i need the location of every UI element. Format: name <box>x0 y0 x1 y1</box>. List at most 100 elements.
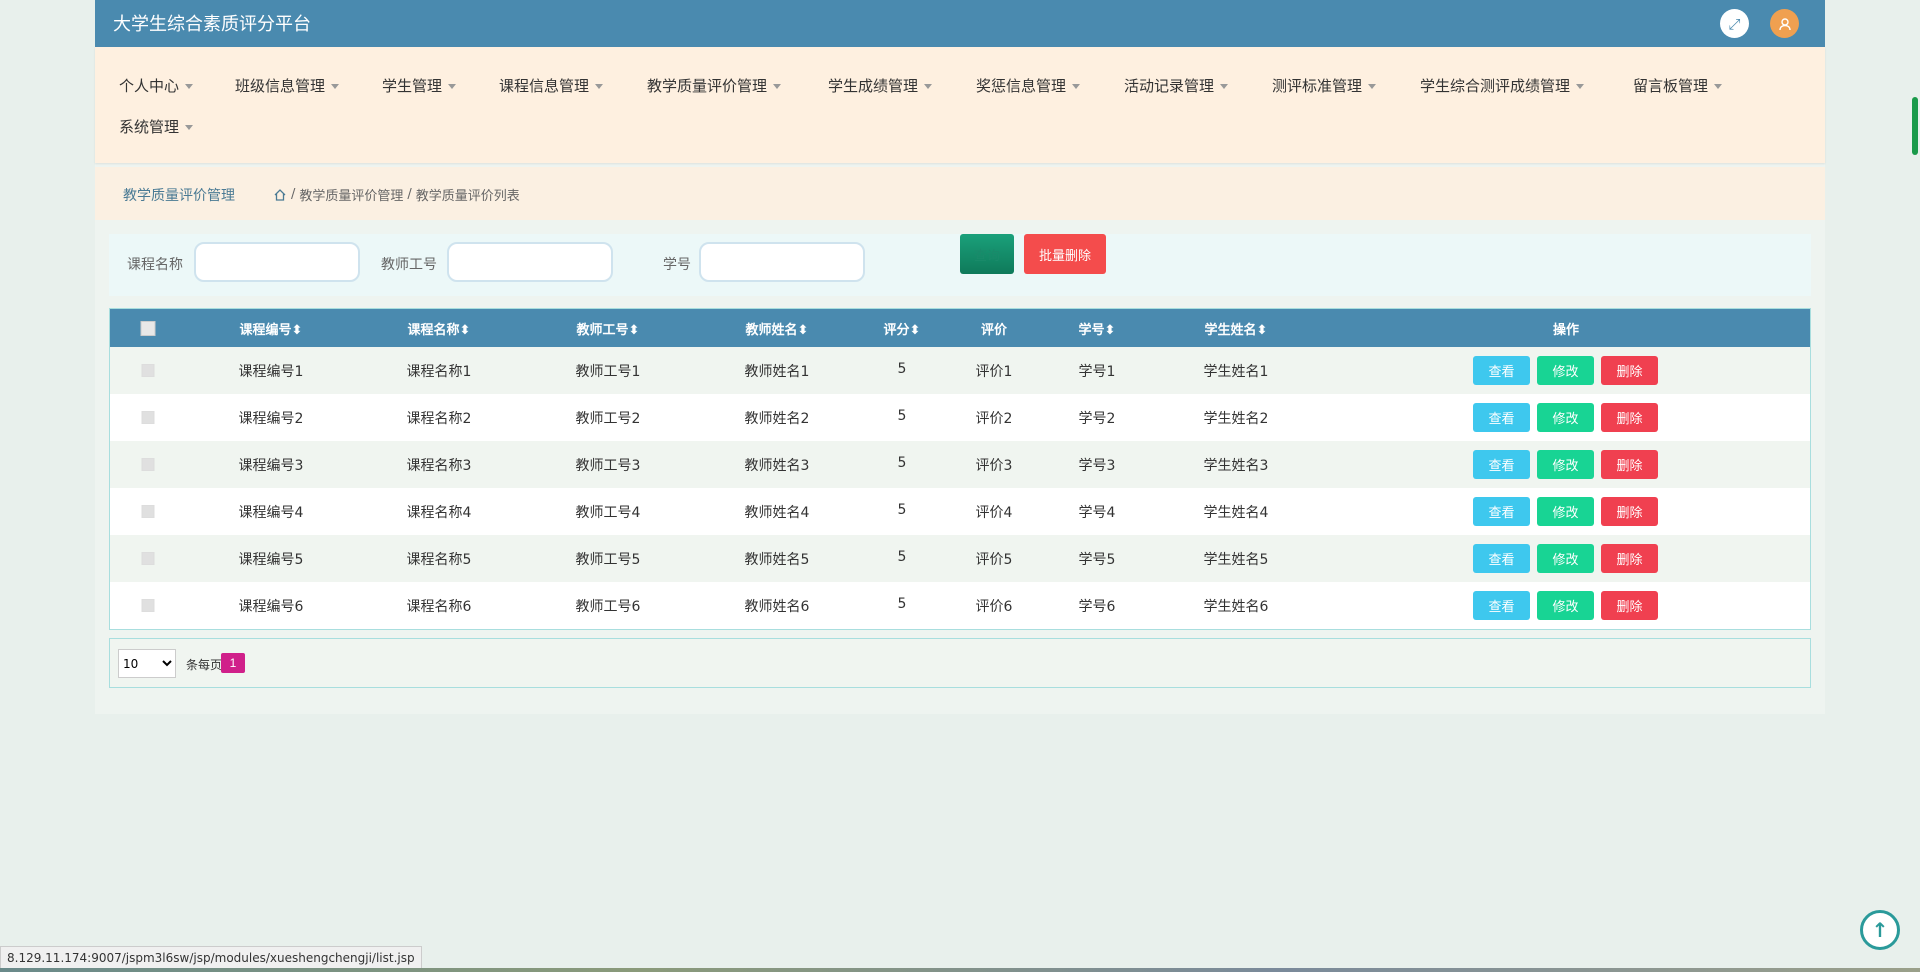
th-score[interactable]: 评分⬍ <box>884 319 921 338</box>
cell-teacher-id: 教师工号6 <box>575 599 641 615</box>
cell-course-id: 课程编号6 <box>238 599 304 615</box>
edit-button[interactable]: 修改 <box>1537 403 1594 432</box>
table-row: 课程编号3 课程名称3 教师工号3 教师姓名3 5 评价3 学号3 学生姓名3 查看 修改 删除 <box>110 441 1810 488</box>
nav-item-class-info[interactable]: 班级信息管理 <box>235 75 340 96</box>
nav-item-comprehensive-scores[interactable]: 学生综合测评成绩管理 <box>1420 75 1585 96</box>
sort-icon: ⬍ <box>628 323 640 338</box>
table-row: 课程编号6 课程名称6 教师工号6 教师姓名6 5 评价6 学号6 学生姓名6 查看 修改 删除 <box>110 582 1810 629</box>
cell-course-name: 课程名称4 <box>406 505 472 521</box>
cell-student-id: 学号1 <box>1078 364 1116 380</box>
cell-teacher-name: 教师姓名4 <box>744 505 810 521</box>
scrollbar-thumb[interactable] <box>1912 97 1918 155</box>
caret-down-icon <box>185 125 194 130</box>
edit-button[interactable]: 修改 <box>1537 450 1594 479</box>
nav-item-activity-records[interactable]: 活动记录管理 <box>1124 75 1229 96</box>
user-avatar-icon[interactable] <box>1770 9 1799 38</box>
cell-student-id: 学号2 <box>1078 411 1116 427</box>
cell-course-name: 课程名称3 <box>406 458 472 474</box>
nav-item-teaching-evaluation[interactable]: 教学质量评价管理 <box>647 75 782 96</box>
row-checkbox[interactable] <box>141 599 155 612</box>
caret-down-icon <box>1576 84 1585 89</box>
breadcrumb-item-current: 教学质量评价列表 <box>415 189 520 204</box>
cell-student-name: 学生姓名3 <box>1203 458 1269 474</box>
fullscreen-icon[interactable]: ⤢ <box>1720 9 1749 38</box>
nav-item-student-grades[interactable]: 学生成绩管理 <box>828 75 933 96</box>
status-url: 8.129.11.174:9007/jspm3l6sw/jsp/modules/… <box>0 946 422 970</box>
cell-student-id: 学号4 <box>1078 505 1116 521</box>
edit-button[interactable]: 修改 <box>1537 591 1594 620</box>
cell-student-name: 学生姓名1 <box>1203 364 1269 380</box>
nav-item-system[interactable]: 系统管理 <box>119 116 194 137</box>
breadcrumb-item[interactable]: 教学质量评价管理 <box>299 185 403 204</box>
nav-item-personal-center[interactable]: 个人中心 <box>119 75 194 96</box>
caret-down-icon <box>185 84 194 89</box>
delete-button[interactable]: 删除 <box>1601 591 1658 620</box>
taskbar-strip <box>0 968 1920 972</box>
row-checkbox[interactable] <box>141 411 155 424</box>
table-row: 课程编号5 课程名称5 教师工号5 教师姓名5 5 评价5 学号5 学生姓名5 查看 修改 删除 <box>110 535 1810 582</box>
table-row: 课程编号1 课程名称1 教师工号1 教师姓名1 5 评价1 学号1 学生姓名1 查看 修改 删除 <box>110 347 1810 394</box>
teacher-id-label: 教师工号 <box>381 257 437 273</box>
page-button-1[interactable]: 1 <box>221 653 245 673</box>
search-button[interactable]: 查询 <box>960 234 1014 274</box>
per-page-label: 条每页 <box>186 658 223 672</box>
cell-teacher-id: 教师工号3 <box>575 458 641 474</box>
cell-course-id: 课程编号4 <box>238 505 304 521</box>
nav-item-course-info[interactable]: 课程信息管理 <box>499 75 604 96</box>
th-teacher-id[interactable]: 教师工号⬍ <box>577 319 640 338</box>
view-button[interactable]: 查看 <box>1473 403 1530 432</box>
cell-student-name: 学生姓名2 <box>1203 411 1269 427</box>
row-checkbox[interactable] <box>141 458 155 471</box>
nav-item-students[interactable]: 学生管理 <box>382 75 457 96</box>
delete-button[interactable]: 删除 <box>1601 356 1658 385</box>
cell-comment: 评价5 <box>975 552 1013 568</box>
course-name-input[interactable] <box>194 242 360 282</box>
site-title: 大学生综合素质评分平台 <box>113 14 311 35</box>
nav-item-evaluation-standards[interactable]: 测评标准管理 <box>1272 75 1377 96</box>
th-student-name[interactable]: 学生姓名⬍ <box>1205 319 1268 338</box>
page-size-select[interactable]: 10 <box>118 649 176 678</box>
sort-icon: ⬍ <box>909 323 921 338</box>
delete-button[interactable]: 删除 <box>1601 403 1658 432</box>
row-checkbox[interactable] <box>141 505 155 518</box>
cell-score: 5 <box>897 408 907 424</box>
delete-button[interactable]: 删除 <box>1601 497 1658 526</box>
batch-delete-button[interactable]: 批量删除 <box>1024 234 1106 274</box>
cell-teacher-name: 教师姓名5 <box>744 552 810 568</box>
cell-student-id: 学号5 <box>1078 552 1116 568</box>
th-course-id[interactable]: 课程编号⬍ <box>240 319 303 338</box>
edit-button[interactable]: 修改 <box>1537 356 1594 385</box>
nav-item-message-board[interactable]: 留言板管理 <box>1633 75 1723 96</box>
th-course-name[interactable]: 课程名称⬍ <box>408 319 471 338</box>
teacher-id-input[interactable] <box>447 242 613 282</box>
home-icon[interactable] <box>273 188 287 202</box>
student-id-input[interactable] <box>699 242 865 282</box>
view-button[interactable]: 查看 <box>1473 450 1530 479</box>
page-title: 教学质量评价管理 <box>123 188 235 204</box>
caret-down-icon <box>924 84 933 89</box>
delete-button[interactable]: 删除 <box>1601 544 1658 573</box>
row-checkbox[interactable] <box>141 364 155 377</box>
view-button[interactable]: 查看 <box>1473 497 1530 526</box>
th-student-id[interactable]: 学号⬍ <box>1079 319 1116 338</box>
edit-button[interactable]: 修改 <box>1537 544 1594 573</box>
delete-button[interactable]: 删除 <box>1601 450 1658 479</box>
cell-course-name: 课程名称6 <box>406 599 472 615</box>
sort-icon: ⬍ <box>1256 323 1268 338</box>
th-teacher-name[interactable]: 教师姓名⬍ <box>746 319 809 338</box>
cell-course-name: 课程名称5 <box>406 552 472 568</box>
sort-icon: ⬍ <box>291 323 303 338</box>
back-to-top-icon[interactable]: ↑ <box>1860 910 1900 950</box>
course-name-label: 课程名称 <box>127 257 183 273</box>
nav-item-rewards-punishments[interactable]: 奖惩信息管理 <box>976 75 1081 96</box>
cell-teacher-name: 教师姓名3 <box>744 458 810 474</box>
view-button[interactable]: 查看 <box>1473 591 1530 620</box>
edit-button[interactable]: 修改 <box>1537 497 1594 526</box>
view-button[interactable]: 查看 <box>1473 356 1530 385</box>
view-button[interactable]: 查看 <box>1473 544 1530 573</box>
select-all-checkbox[interactable] <box>140 321 156 336</box>
row-checkbox[interactable] <box>141 552 155 565</box>
main-nav: 个人中心 班级信息管理 学生管理 课程信息管理 教学质量评价管理 学生成绩管理 … <box>95 47 1825 163</box>
cell-course-name: 课程名称2 <box>406 411 472 427</box>
student-id-label: 学号 <box>663 257 691 273</box>
